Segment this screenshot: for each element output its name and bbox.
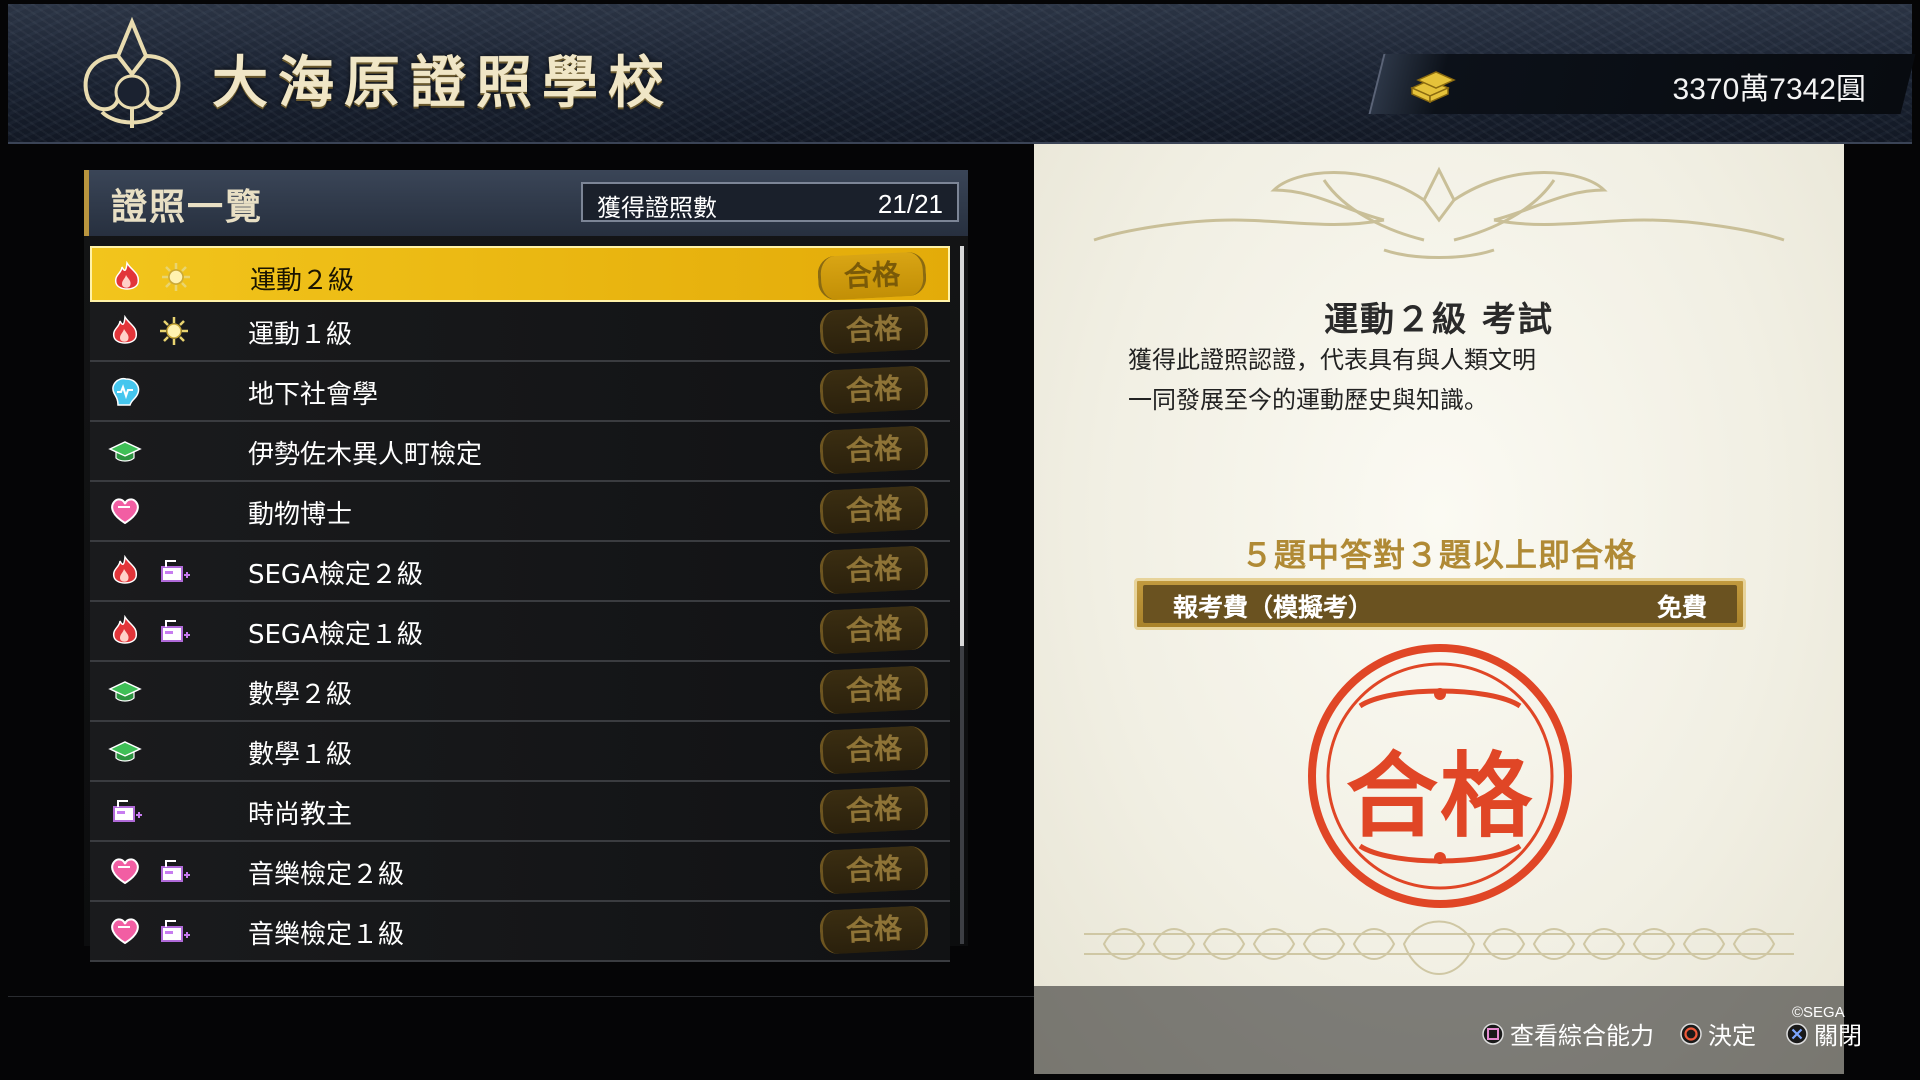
list-title: 證照一覽: [111, 186, 264, 228]
style-icon: [156, 915, 192, 947]
license-row[interactable]: 動物博士 合格: [90, 482, 950, 542]
sun-icon: [158, 261, 194, 293]
license-name: SEGA檢定２級: [248, 560, 423, 590]
fire-icon: [108, 554, 142, 587]
exam-fee-bar: 報考費（模擬考） 免費: [1134, 578, 1746, 630]
copyright: ©SEGA: [1792, 1004, 1845, 1021]
hint-confirm[interactable]: 決定: [1680, 1016, 1756, 1051]
license-name: 地下社會學: [248, 380, 379, 410]
hint-close[interactable]: 關閉: [1786, 1016, 1862, 1051]
license-name: 伊勢佐木異人町檢定: [248, 440, 483, 470]
exam-title: 運動２級 考試: [1324, 300, 1554, 340]
mortarboard-icon: [108, 435, 142, 467]
scrollbar-thumb[interactable]: [960, 246, 964, 646]
pass-badge: 合格: [818, 905, 930, 955]
license-name: 運動１級: [248, 320, 353, 350]
license-row[interactable]: SEGA檢定１級 合格: [90, 602, 950, 662]
license-name: 動物博士: [248, 500, 353, 530]
pass-badge: 合格: [818, 485, 930, 535]
school-crest-icon: [83, 16, 181, 128]
pass-badge: 合格: [818, 785, 930, 835]
pass-badge: 合格: [818, 665, 930, 715]
license-name: SEGA檢定１級: [248, 620, 423, 650]
cross-button-icon: [1786, 1022, 1808, 1045]
heart-icon: [108, 495, 142, 527]
license-row[interactable]: 數學１級 合格: [90, 722, 950, 782]
money-stack-icon: [1410, 71, 1456, 104]
brain-icon: [108, 375, 142, 407]
pass-badge: 合格: [818, 725, 930, 775]
pass-badge: 合格: [818, 305, 930, 355]
hint-close-label: 關閉: [1814, 1022, 1862, 1050]
exam-fee-label: 報考費（模擬考）: [1173, 593, 1374, 622]
sun-icon: [156, 315, 192, 347]
license-name: 數學２級: [248, 680, 353, 710]
license-row[interactable]: 地下社會學 合格: [90, 362, 950, 422]
license-row[interactable]: 音樂檢定１級 合格: [90, 902, 950, 962]
license-count-box: 獲得證照數 21/21: [581, 182, 959, 222]
license-row[interactable]: 伊勢佐木異人町檢定 合格: [90, 422, 950, 482]
style-icon: [156, 855, 192, 887]
leaf-border-ornament: [1084, 920, 1794, 975]
pass-badge: 合格: [818, 365, 930, 415]
license-name: 音樂檢定２級: [248, 860, 405, 890]
license-count-label: 獲得證照數: [597, 194, 717, 222]
pass-badge: 合格: [818, 545, 930, 595]
license-row[interactable]: 運動２級 合格: [90, 246, 950, 302]
exam-fee-value: 免費: [1656, 593, 1707, 622]
winged-crest-ornament: [1093, 166, 1785, 259]
pass-badge: 合格: [818, 605, 930, 655]
fire-icon: [108, 614, 142, 647]
heart-icon: [108, 855, 142, 887]
pass-badge: 合格: [816, 251, 928, 301]
school-name: 大海原證照學校: [212, 50, 674, 116]
hint-view-abilities-label: 查看綜合能力: [1510, 1022, 1654, 1050]
style-icon: [108, 795, 142, 827]
license-row[interactable]: 數學２級 合格: [90, 662, 950, 722]
mortarboard-icon: [108, 735, 142, 767]
certificate-panel: 運動２級 考試 獲得此證照認證，代表具有與人類文明 一同發展至今的運動歷史與知識…: [1034, 144, 1844, 1074]
pass-condition: ５題中答對３題以上即合格: [1240, 536, 1637, 574]
exam-description-line: 獲得此證照認證，代表具有與人類文明: [1128, 346, 1536, 374]
scrollbar-track[interactable]: [960, 646, 964, 944]
exam-description: 獲得此證照認證，代表具有與人類文明 一同發展至今的運動歷史與知識。: [1128, 340, 1768, 420]
pass-badge: 合格: [818, 425, 930, 475]
license-list-header: 證照一覽 獲得證照數 21/21: [84, 170, 968, 236]
license-count-value: 21/21: [877, 189, 943, 219]
style-icon: [156, 555, 192, 587]
license-name: 運動２級: [250, 266, 355, 296]
circle-button-icon: [1680, 1022, 1702, 1045]
hint-view-abilities[interactable]: 查看綜合能力: [1482, 1016, 1654, 1051]
license-list: 運動２級 合格 運動１級 合格 地下社會學 合格 伊勢佐木異人町檢定 合格 動物博士 合格 SEGA…: [90, 246, 950, 962]
pass-badge: 合格: [818, 845, 930, 895]
stamp-text: 合格: [1345, 742, 1534, 850]
license-name: 音樂檢定１級: [248, 920, 405, 950]
square-button-icon: [1482, 1022, 1504, 1045]
mortarboard-icon: [108, 675, 142, 707]
heart-icon: [108, 915, 142, 947]
fire-icon: [108, 314, 142, 347]
hint-confirm-label: 決定: [1708, 1022, 1756, 1050]
license-row[interactable]: SEGA檢定２級 合格: [90, 542, 950, 602]
license-row[interactable]: 音樂檢定２級 合格: [90, 842, 950, 902]
license-name: 時尚教主: [248, 800, 353, 830]
money-value: 3370萬7342圓: [1672, 73, 1866, 106]
exam-description-line: 一同發展至今的運動歷史與知識。: [1128, 386, 1488, 414]
fire-icon: [110, 260, 144, 293]
footer-divider: [8, 996, 1034, 997]
license-row[interactable]: 時尚教主 合格: [90, 782, 950, 842]
style-icon: [156, 615, 192, 647]
license-name: 數學１級: [248, 740, 353, 770]
license-row[interactable]: 運動１級 合格: [90, 302, 950, 362]
